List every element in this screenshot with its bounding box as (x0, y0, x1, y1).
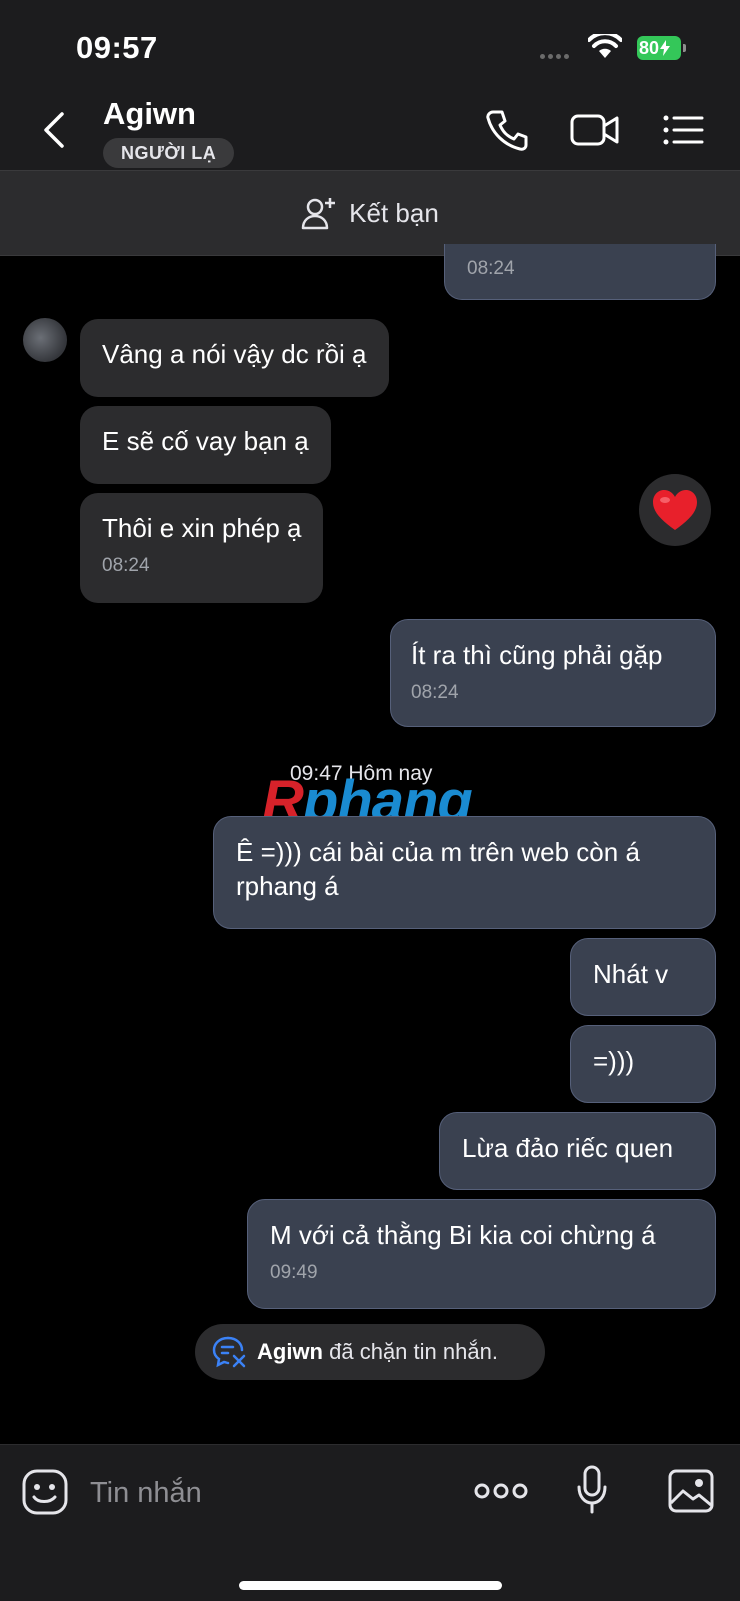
message-bubble-outgoing[interactable]: Nhát v (570, 938, 716, 1016)
battery-level: 80 (639, 37, 660, 58)
status-time: 09:57 (76, 30, 158, 65)
home-indicator[interactable] (239, 1581, 502, 1590)
back-icon[interactable] (40, 110, 68, 150)
message-bubble-outgoing[interactable]: Lừa đảo riếc quen (439, 1112, 716, 1190)
heart-reaction-button[interactable] (639, 474, 711, 546)
chat-header: Agiwn NGƯỜI LẠ (0, 90, 740, 170)
message-time: 08:24 (467, 258, 515, 279)
chat-blocked-icon (212, 1336, 246, 1368)
phone-call-icon[interactable] (486, 108, 528, 152)
message-bubble-incoming[interactable]: Vâng a nói vậy dc rồi ạ (80, 319, 389, 397)
message-bubble-outgoing[interactable]: M với cả thằng Bi kia coi chừng á 09:49 (247, 1199, 716, 1309)
message-text: M với cả thằng Bi kia coi chừng á (270, 1220, 656, 1250)
message-text: Vâng a nói vậy dc rồi ạ (102, 339, 367, 369)
more-options-icon[interactable] (474, 1479, 528, 1503)
message-text: Lừa đảo riếc quen (462, 1133, 674, 1163)
message-text: Nhát v (593, 959, 669, 989)
message-bubble-incoming[interactable]: Thôi e xin phép ạ 08:24 (80, 493, 324, 603)
message-text: E sẽ cố vay bạn ạ (102, 426, 309, 456)
message-text: Ít ra thì cũng phải gặp (411, 640, 663, 670)
message-bubble-outgoing[interactable]: 08:24 (444, 244, 716, 300)
stranger-badge: NGƯỜI LẠ (103, 138, 235, 168)
blocked-text: đã chặn tin nhắn. (329, 1339, 498, 1364)
sticker-emoji-icon[interactable] (22, 1469, 68, 1515)
message-composer: Tin nhắn (0, 1444, 740, 1601)
battery-icon: 80 (637, 36, 686, 60)
add-friend-label: Kết bạn (349, 197, 439, 228)
status-bar: 09:57 80 (0, 0, 740, 90)
menu-list-icon[interactable] (662, 108, 704, 152)
video-call-icon[interactable] (570, 108, 620, 152)
wifi-icon (588, 34, 622, 58)
message-bubble-incoming[interactable]: E sẽ cố vay bạn ạ (80, 406, 331, 484)
blocked-notice: Agiwn đã chặn tin nhắn. (195, 1324, 545, 1380)
contact-name[interactable]: Agiwn (103, 96, 196, 132)
message-text: Ê =))) cái bài của m trên web còn á rpha… (236, 837, 640, 901)
message-time: 09:49 (270, 1262, 318, 1283)
image-gallery-icon[interactable] (668, 1469, 714, 1513)
message-bubble-outgoing[interactable]: Ít ra thì cũng phải gặp 08:24 (390, 619, 716, 727)
blocked-contact-name: Agiwn (257, 1339, 323, 1364)
add-friend-icon (301, 198, 336, 230)
message-bubble-outgoing[interactable]: Ê =))) cái bài của m trên web còn á rpha… (213, 816, 716, 929)
cellular-signal-icon (540, 54, 569, 59)
microphone-icon[interactable] (575, 1465, 609, 1515)
message-text: Thôi e xin phép ạ (102, 513, 302, 543)
message-time: 08:24 (102, 555, 150, 576)
message-text: =))) (593, 1046, 635, 1076)
avatar[interactable] (23, 318, 67, 362)
message-input[interactable]: Tin nhắn (90, 1477, 202, 1510)
message-bubble-outgoing[interactable]: =))) (570, 1025, 716, 1103)
heart-icon (653, 490, 697, 530)
message-time: 08:24 (411, 682, 459, 703)
